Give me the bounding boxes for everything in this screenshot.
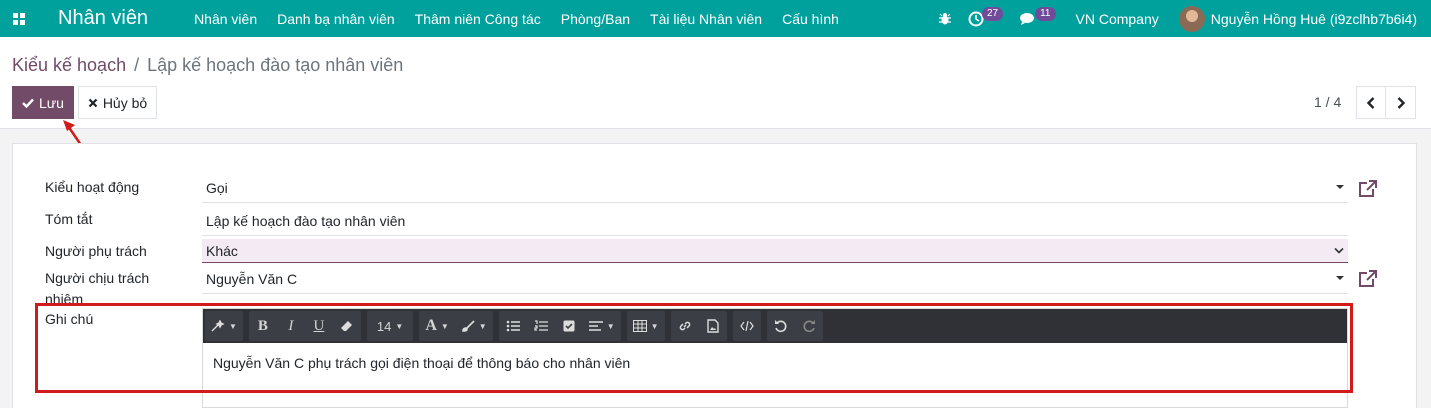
summary-value: Lập kế hoạch đào tạo nhân viên <box>206 212 406 229</box>
user-name: Nguyễn Hồng Huê (i9zclhb7b6i4) <box>1210 10 1417 27</box>
pager-previous-button[interactable] <box>1356 86 1386 119</box>
main-menu: Nhân viên Danh bạ nhân viên Thâm niên Cô… <box>184 11 849 27</box>
summary-field[interactable]: Lập kế hoạch đào tạo nhân viên <box>202 206 1348 236</box>
pager-next-button[interactable] <box>1386 86 1416 119</box>
undo-icon[interactable] <box>767 311 795 341</box>
debug-bug-icon[interactable] <box>930 12 960 26</box>
app-title[interactable]: Nhân viên <box>58 7 148 30</box>
menu-item-documents[interactable]: Tài liệu Nhân viên <box>640 11 772 27</box>
discard-button[interactable]: Hủy bỏ <box>78 86 157 119</box>
italic-icon[interactable]: I <box>277 311 305 341</box>
external-link-icon[interactable] <box>1358 270 1378 288</box>
code-view-icon[interactable] <box>733 311 761 341</box>
dropdown-caret-icon <box>1336 185 1344 189</box>
chevron-down-icon <box>1334 247 1344 254</box>
menu-item-configuration[interactable]: Cấu hình <box>772 11 849 27</box>
breadcrumb-parent-link[interactable]: Kiểu kế hoạch <box>12 55 126 76</box>
pager-value[interactable]: 1 / 4 <box>1314 94 1341 110</box>
note-text: Nguyễn Văn C phụ trách gọi điện thoại để… <box>213 355 631 371</box>
font-color-icon[interactable]: A ▼ <box>419 311 454 341</box>
responsible-label: Người chịu trách nhiệm <box>45 270 150 307</box>
check-icon <box>22 98 34 108</box>
style-wand-icon[interactable]: ▼ <box>205 311 243 341</box>
underline-icon[interactable]: U <box>305 311 333 341</box>
paragraph-align-icon[interactable]: ▼ <box>583 311 621 341</box>
bullet-list-icon[interactable] <box>499 311 527 341</box>
responsible-value: Nguyễn Văn C <box>206 270 298 287</box>
apps-menu-icon[interactable] <box>0 0 38 37</box>
close-icon <box>88 98 98 107</box>
image-icon[interactable] <box>699 311 727 341</box>
activity-type-value: Gọi <box>206 179 228 196</box>
editor-toolbar: ▼ B I U 14 ▼ A ▼ ▼ ▼ ▼ <box>203 309 1347 343</box>
chevron-left-icon <box>1366 96 1375 109</box>
redo-icon[interactable] <box>795 311 823 341</box>
assignment-value: Khác <box>206 242 238 259</box>
font-size-select[interactable]: 14 ▼ <box>367 311 413 341</box>
note-label: Ghi chú <box>45 311 94 327</box>
user-menu[interactable]: Nguyễn Hồng Huê (i9zclhb7b6i4) <box>1171 5 1431 32</box>
messages-chat-icon[interactable]: 11 <box>1011 6 1063 26</box>
breadcrumb-current: Lập kế hoạch đào tạo nhân viên <box>147 55 404 75</box>
activity-clock-icon[interactable]: 27 <box>960 6 1011 27</box>
highlight-brush-icon[interactable]: ▼ <box>455 311 493 341</box>
activity-count-badge: 27 <box>981 6 1004 21</box>
avatar <box>1178 5 1205 32</box>
table-icon[interactable]: ▼ <box>627 311 665 341</box>
message-count-badge: 11 <box>1035 6 1056 21</box>
font-size-value: 14 <box>376 318 392 334</box>
company-switcher[interactable]: VN Company <box>1064 11 1171 27</box>
breadcrumb-separator: / <box>134 55 140 75</box>
assignment-label: Người phụ trách <box>45 243 147 259</box>
note-editor-content[interactable]: Nguyễn Văn C phụ trách gọi điện thoại để… <box>203 343 1347 383</box>
top-navbar: Nhân viên Nhân viên Danh bạ nhân viên Th… <box>0 0 1431 37</box>
link-icon[interactable] <box>671 311 699 341</box>
assignment-select[interactable]: Khác <box>202 239 1348 263</box>
note-editor: ▼ B I U 14 ▼ A ▼ ▼ ▼ ▼ Nguyễn Văn C phụ … <box>202 308 1348 408</box>
responsible-field[interactable]: Nguyễn Văn C <box>202 264 1348 294</box>
save-button[interactable]: Lưu <box>12 86 74 119</box>
menu-item-directory[interactable]: Danh bạ nhân viên <box>267 11 405 27</box>
activity-type-label: Kiểu hoạt động <box>45 179 140 195</box>
menu-item-departments[interactable]: Phòng/Ban <box>551 11 640 27</box>
control-panel: Kiểu kế hoạch / Lập kế hoạch đào tạo nhâ… <box>0 37 1431 129</box>
dropdown-caret-icon <box>1336 276 1344 280</box>
discard-button-label: Hủy bỏ <box>102 94 148 111</box>
menu-item-employees[interactable]: Nhân viên <box>184 11 267 27</box>
chevron-right-icon <box>1397 96 1405 109</box>
breadcrumb: Kiểu kế hoạch / Lập kế hoạch đào tạo nhâ… <box>12 55 403 76</box>
summary-label: Tóm tắt <box>45 211 93 227</box>
save-button-label: Lưu <box>39 94 64 111</box>
pager-buttons <box>1356 86 1416 119</box>
numbered-list-icon[interactable] <box>527 311 555 341</box>
menu-item-seniority[interactable]: Thâm niên Công tác <box>405 11 551 27</box>
bold-icon[interactable]: B <box>249 311 277 341</box>
eraser-icon[interactable] <box>333 311 361 341</box>
external-link-icon[interactable] <box>1358 180 1378 198</box>
activity-type-field[interactable]: Gọi <box>202 173 1348 203</box>
checklist-icon[interactable] <box>555 311 583 341</box>
